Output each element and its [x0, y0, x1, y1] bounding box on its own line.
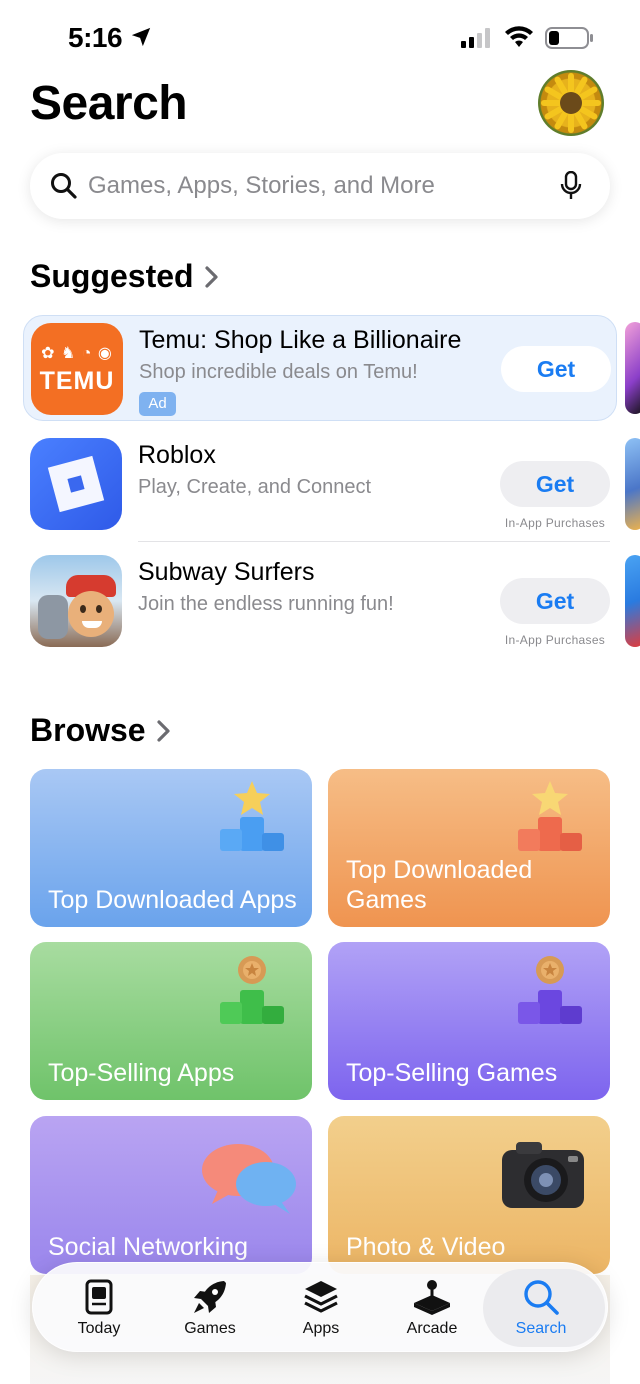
tab-label: Today [77, 1320, 121, 1337]
tab-label: Apps [302, 1320, 340, 1337]
tab-label: Arcade [406, 1320, 458, 1337]
podium-coin-icon [518, 956, 582, 1024]
status-time: 5:16 [68, 22, 123, 53]
browse-tile-photo-video[interactable]: Photo & Video [328, 1116, 610, 1274]
in-app-purchases-note: In-App Purchases [504, 516, 606, 530]
get-button[interactable]: Get [500, 461, 610, 507]
get-button[interactable]: Get [500, 578, 610, 624]
page-title: Search [30, 77, 188, 130]
tab-arcade[interactable]: Arcade [376, 1263, 488, 1353]
tab-today[interactable]: Today [43, 1263, 155, 1353]
app-name: Roblox [138, 441, 216, 469]
microphone-icon[interactable] [560, 171, 582, 201]
wifi-icon [505, 26, 533, 47]
tab-search[interactable]: Search [483, 1263, 605, 1353]
app-row-roblox[interactable]: Roblox Play, Create, and Connect Get In-… [23, 431, 617, 537]
search-bar[interactable] [30, 153, 610, 219]
temu-icon-text: TEMU [39, 367, 115, 395]
browse-header[interactable]: Browse [30, 712, 172, 749]
app-name: Temu: Shop Like a Billionaire [139, 326, 462, 354]
tile-label: Social Networking [48, 1233, 249, 1261]
search-input[interactable] [88, 165, 548, 207]
tile-label: Top-Selling Apps [48, 1059, 235, 1087]
browse-tile-top-downloaded-games[interactable]: Top Downloaded Games [328, 769, 610, 927]
search-icon [51, 173, 77, 199]
browse-tile-social-networking[interactable]: Social Networking [30, 1116, 312, 1274]
status-bar: 5:16 [0, 0, 640, 70]
temu-app-icon: ✿ ♞ ◔ ◉ TEMU [31, 323, 123, 415]
podium-coin-icon [220, 956, 284, 1024]
podium-star-icon [220, 781, 284, 851]
chat-bubbles-icon [202, 1144, 296, 1214]
divider [138, 541, 610, 542]
browse-tile-top-selling-apps[interactable]: Top-Selling Apps [30, 942, 312, 1100]
app-subtitle: Play, Create, and Connect [138, 476, 372, 498]
account-avatar[interactable] [538, 70, 604, 136]
app-subtitle: Shop incredible deals on Temu! [139, 361, 418, 383]
tile-label: Top-Selling Games [346, 1059, 558, 1087]
tab-label: Search [515, 1320, 567, 1337]
app-name: Subway Surfers [138, 558, 315, 586]
peek-app-icon[interactable] [625, 322, 640, 414]
camera-icon [502, 1142, 584, 1208]
cellular-signal-icon [461, 28, 490, 48]
tab-label: Games [184, 1320, 236, 1337]
podium-star-icon [518, 781, 582, 851]
rocket-icon [194, 1281, 226, 1313]
app-row-temu[interactable]: ✿ ♞ ◔ ◉ TEMU Temu: Shop Like a Billionai… [23, 315, 617, 421]
browse-tile-top-selling-games[interactable]: Top-Selling Games [328, 942, 610, 1100]
tile-label: Top Downloaded Games [346, 856, 533, 914]
suggested-title: Suggested [30, 258, 194, 294]
ad-badge: Ad [139, 392, 176, 416]
suggested-header[interactable]: Suggested [30, 258, 220, 295]
chevron-right-icon [204, 265, 218, 288]
tab-apps[interactable]: Apps [265, 1263, 377, 1353]
today-icon [85, 1279, 113, 1315]
location-arrow-icon [131, 27, 151, 47]
joystick-icon [414, 1280, 450, 1315]
battery-icon [545, 27, 593, 49]
subway-surfers-app-icon [30, 555, 122, 647]
peek-app-icon[interactable] [625, 555, 640, 647]
layers-icon [304, 1281, 338, 1313]
app-row-subway-surfers[interactable]: Subway Surfers Join the endless running … [23, 548, 617, 654]
tile-label: Top Downloaded Apps [48, 886, 297, 914]
roblox-app-icon [30, 438, 122, 530]
tab-bar: Today Games Apps Arcade Search [32, 1262, 608, 1352]
browse-tile-top-downloaded-apps[interactable]: Top Downloaded Apps [30, 769, 312, 927]
app-subtitle: Join the endless running fun! [138, 593, 394, 615]
tile-label: Photo & Video [346, 1233, 506, 1261]
in-app-purchases-note: In-App Purchases [504, 633, 606, 647]
peek-app-icon[interactable] [625, 438, 640, 530]
search-icon [524, 1280, 559, 1315]
tab-games[interactable]: Games [154, 1263, 266, 1353]
chevron-right-icon [156, 719, 170, 742]
get-button[interactable]: Get [501, 346, 611, 392]
browse-title: Browse [30, 712, 146, 748]
